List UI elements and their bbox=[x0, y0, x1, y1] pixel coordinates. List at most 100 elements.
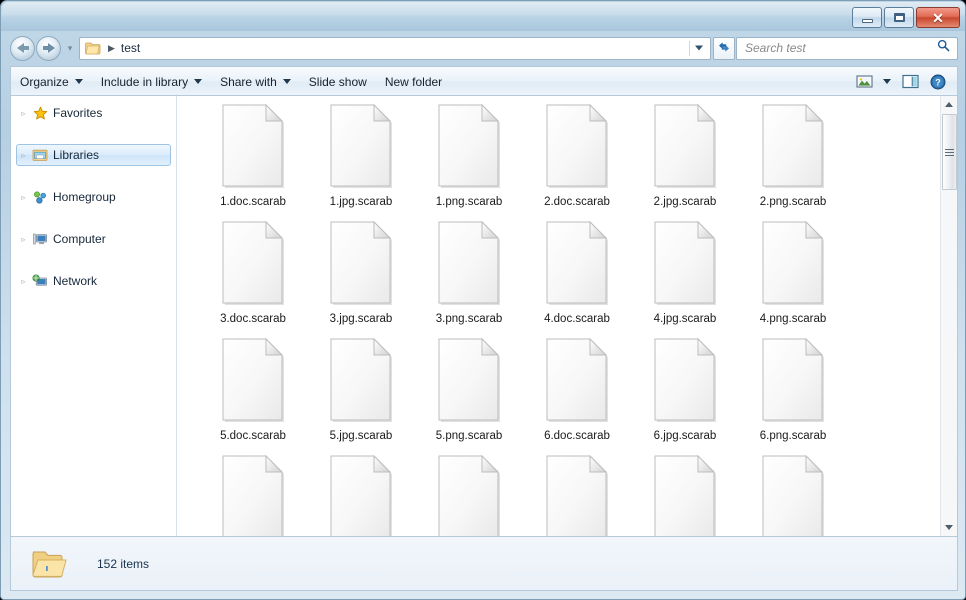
file-tile[interactable]: 1.jpg.scarab bbox=[307, 103, 415, 220]
file-tile[interactable]: 7.png.scarab bbox=[415, 454, 523, 536]
chevron-down-icon[interactable] bbox=[695, 45, 703, 51]
scrollbar-thumb[interactable] bbox=[942, 114, 957, 190]
sidebar-item-favorites-label: Favorites bbox=[53, 106, 103, 120]
back-arrow-icon bbox=[16, 43, 29, 53]
document-icon bbox=[652, 337, 718, 423]
expander-icon[interactable]: ▹ bbox=[17, 151, 30, 160]
search-icon bbox=[937, 39, 950, 57]
sidebar-item-network-label: Network bbox=[53, 274, 98, 288]
libraries-icon bbox=[30, 148, 50, 162]
document-icon bbox=[436, 337, 502, 423]
help-icon[interactable]: ? bbox=[925, 71, 951, 93]
toolbar-organize[interactable]: Organize bbox=[11, 71, 92, 93]
file-tile[interactable]: 3.png.scarab bbox=[415, 220, 523, 337]
file-tile[interactable] bbox=[631, 454, 739, 536]
file-name-label: 1.jpg.scarab bbox=[329, 196, 393, 208]
file-tile[interactable]: 2.png.scarab bbox=[739, 103, 847, 220]
file-tile[interactable]: 1.png.scarab bbox=[415, 103, 523, 220]
sidebar-item-libraries-label: Libraries bbox=[53, 148, 100, 162]
document-icon bbox=[544, 103, 610, 189]
document-icon bbox=[220, 337, 286, 423]
search-box[interactable]: Search test bbox=[736, 36, 958, 60]
file-list-view[interactable]: 1.doc.scarab 1.jpg.scarab 1.png.scarab 2.do… bbox=[177, 96, 957, 536]
file-name-label: 4.png.scarab bbox=[759, 313, 827, 325]
file-name-label: 2.jpg.scarab bbox=[653, 196, 717, 208]
navigation-bar: ▾ ▶ test Search test bbox=[1, 33, 965, 63]
toolbar-new-folder[interactable]: New folder bbox=[376, 71, 451, 93]
file-name-label: 3.doc.scarab bbox=[220, 313, 286, 325]
expander-icon[interactable]: ▹ bbox=[17, 109, 30, 118]
toolbar-share-with-label: Share with bbox=[220, 74, 277, 89]
file-tile[interactable]: 4.png.scarab bbox=[739, 220, 847, 337]
file-tile[interactable] bbox=[523, 454, 631, 536]
recent-pages-dropdown[interactable]: ▾ bbox=[64, 43, 76, 54]
maximize-button[interactable] bbox=[884, 7, 914, 28]
file-name-label: 2.png.scarab bbox=[759, 196, 827, 208]
minimize-button[interactable] bbox=[852, 7, 882, 28]
close-button[interactable]: ✕ bbox=[916, 7, 960, 28]
file-tile[interactable]: 2.jpg.scarab bbox=[631, 103, 739, 220]
toolbar-slide-show[interactable]: Slide show bbox=[300, 71, 376, 93]
file-tile[interactable] bbox=[739, 454, 847, 536]
navigation-pane: ▹ Favorites ▹ Libraries ▹ Homegroup ▹ Co… bbox=[11, 96, 177, 536]
document-icon bbox=[328, 454, 394, 536]
scroll-up-icon bbox=[945, 102, 953, 107]
close-icon: ✕ bbox=[932, 9, 944, 26]
sidebar-item-libraries[interactable]: ▹ Libraries bbox=[16, 144, 171, 166]
file-tile[interactable]: 1.doc.scarab bbox=[199, 103, 307, 220]
expander-icon[interactable]: ▹ bbox=[17, 277, 30, 286]
document-icon bbox=[436, 220, 502, 306]
file-tile[interactable]: 5.doc.scarab bbox=[199, 337, 307, 454]
file-name-label: 5.png.scarab bbox=[435, 430, 503, 442]
expander-icon[interactable]: ▹ bbox=[17, 193, 30, 202]
forward-button[interactable] bbox=[36, 35, 61, 61]
sidebar-item-homegroup-label: Homegroup bbox=[53, 190, 116, 204]
toolbar-share-with[interactable]: Share with bbox=[211, 71, 300, 93]
file-tile[interactable]: 5.jpg.scarab bbox=[307, 337, 415, 454]
file-tile[interactable]: 7.doc.scarab bbox=[199, 454, 307, 536]
document-icon bbox=[652, 220, 718, 306]
document-icon bbox=[760, 454, 826, 536]
file-tile[interactable]: 5.png.scarab bbox=[415, 337, 523, 454]
file-tile[interactable]: 3.jpg.scarab bbox=[307, 220, 415, 337]
toolbar-include-in-library[interactable]: Include in library bbox=[92, 71, 211, 93]
file-tile[interactable]: 6.doc.scarab bbox=[523, 337, 631, 454]
back-button[interactable] bbox=[10, 35, 35, 61]
preview-pane-icon[interactable] bbox=[897, 71, 923, 93]
file-tile[interactable]: 3.doc.scarab bbox=[199, 220, 307, 337]
file-tile[interactable]: 4.jpg.scarab bbox=[631, 220, 739, 337]
file-tile[interactable]: 2.doc.scarab bbox=[523, 103, 631, 220]
scrollbar-track[interactable] bbox=[941, 113, 957, 519]
change-view-dropdown-icon[interactable] bbox=[879, 71, 895, 93]
document-icon bbox=[220, 220, 286, 306]
sidebar-item-network[interactable]: ▹ Network bbox=[16, 270, 171, 292]
toolbar-include-in-library-label: Include in library bbox=[100, 74, 189, 89]
sidebar-item-homegroup[interactable]: ▹ Homegroup bbox=[16, 186, 171, 208]
toolbar-slide-show-label: Slide show bbox=[308, 74, 367, 89]
maximize-icon bbox=[893, 13, 905, 22]
file-tile[interactable]: 6.png.scarab bbox=[739, 337, 847, 454]
change-view-icon[interactable] bbox=[851, 71, 877, 93]
vertical-scrollbar[interactable] bbox=[940, 96, 957, 536]
file-tile[interactable]: 4.doc.scarab bbox=[523, 220, 631, 337]
file-tile[interactable]: 7.jpg.scarab bbox=[307, 454, 415, 536]
sidebar-item-favorites[interactable]: ▹ Favorites bbox=[16, 102, 171, 124]
scroll-down-button[interactable] bbox=[941, 519, 957, 536]
file-name-label: 6.jpg.scarab bbox=[653, 430, 717, 442]
file-name-label: 6.png.scarab bbox=[759, 430, 827, 442]
document-icon bbox=[220, 103, 286, 189]
refresh-button[interactable] bbox=[713, 36, 735, 60]
document-icon bbox=[436, 454, 502, 536]
sidebar-item-computer[interactable]: ▹ Computer bbox=[16, 228, 171, 250]
file-tile[interactable]: 6.jpg.scarab bbox=[631, 337, 739, 454]
search-input[interactable]: Search test bbox=[745, 41, 806, 55]
scroll-up-button[interactable] bbox=[941, 96, 957, 113]
breadcrumb-test[interactable]: test bbox=[121, 41, 140, 55]
address-bar[interactable]: ▶ test bbox=[79, 36, 711, 60]
chevron-down-icon bbox=[282, 79, 291, 84]
file-grid: 1.doc.scarab 1.jpg.scarab 1.png.scarab 2.do… bbox=[177, 96, 940, 536]
command-toolbar: Organize Include in library Share with S… bbox=[10, 66, 958, 96]
expander-icon[interactable]: ▹ bbox=[17, 235, 30, 244]
file-name-label: 5.jpg.scarab bbox=[329, 430, 393, 442]
explorer-window: ✕ ▾ ▶ test Search test Organize Include … bbox=[0, 0, 966, 600]
